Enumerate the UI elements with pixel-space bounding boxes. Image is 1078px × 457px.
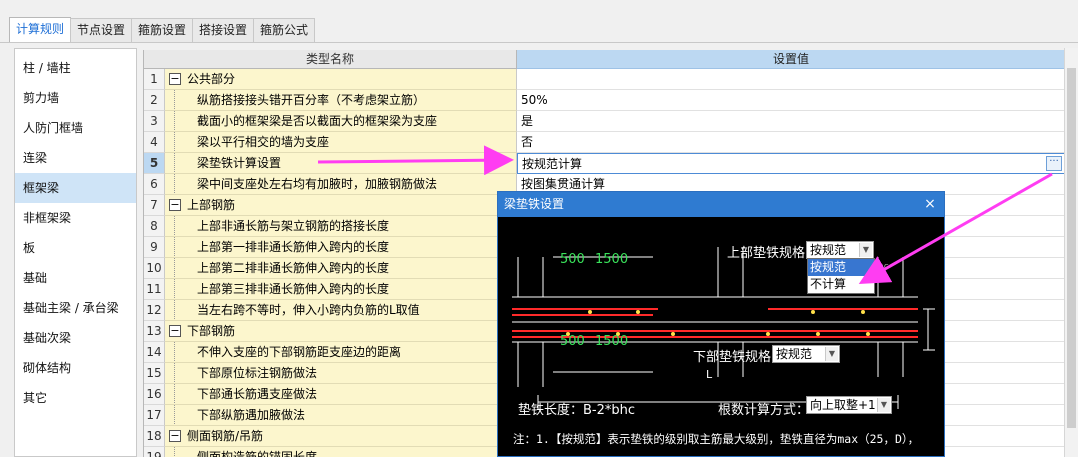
- app-window: 计算规则 节点设置 箍筋设置 搭接设置 箍筋公式 柱 / 墙柱 剪力墙 人防门框…: [0, 0, 1078, 457]
- annotation-arrows: [317, 145, 1053, 284]
